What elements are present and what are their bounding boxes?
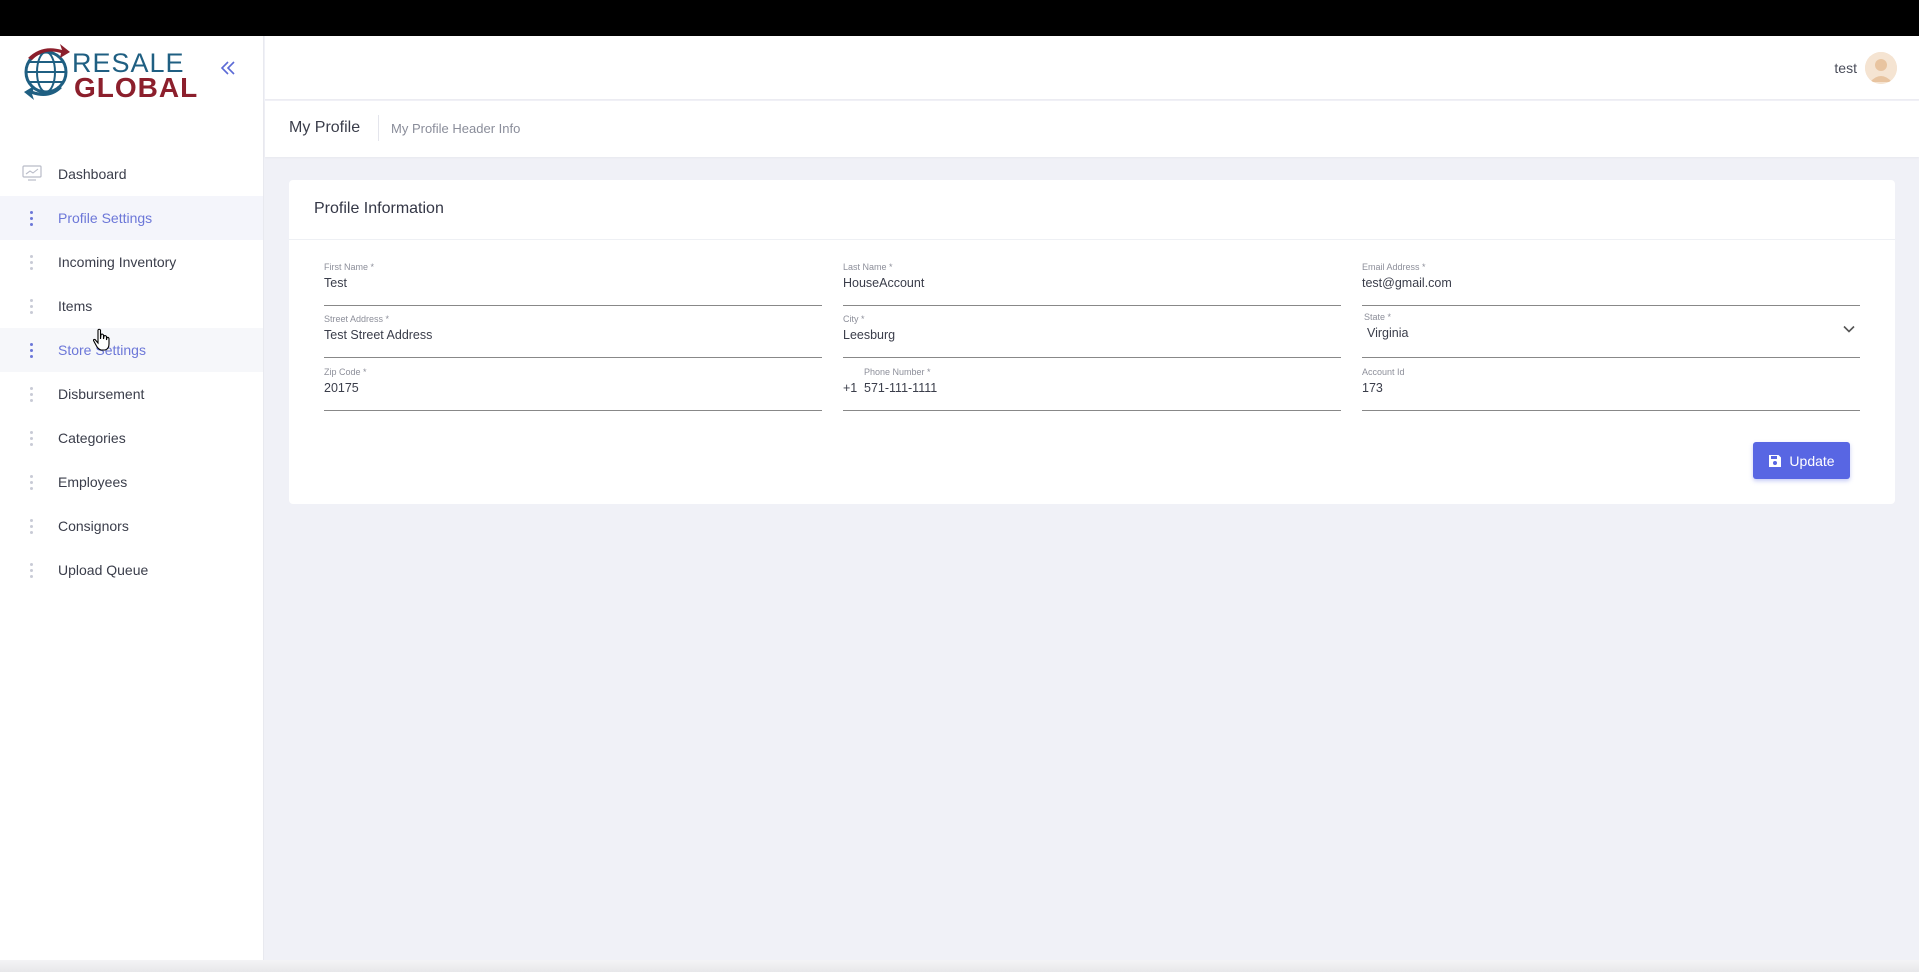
user-name[interactable]: test bbox=[1834, 60, 1857, 76]
kebab-icon bbox=[30, 519, 34, 535]
kebab-icon bbox=[30, 431, 34, 447]
field-label: Street Address * bbox=[324, 314, 390, 324]
sidebar-item-label: Incoming Inventory bbox=[58, 254, 177, 270]
collapse-sidebar-icon[interactable] bbox=[216, 56, 240, 80]
sidebar-item-label: Employees bbox=[58, 474, 128, 490]
sidebar-item-employees[interactable]: Employees bbox=[0, 460, 263, 504]
field-value: 20175 bbox=[324, 381, 359, 395]
field-label: State * bbox=[1364, 312, 1392, 322]
bottom-strip bbox=[0, 960, 1919, 972]
field-value: HouseAccount bbox=[843, 276, 925, 290]
page-title: My Profile bbox=[289, 119, 361, 136]
sidebar-item-label: Categories bbox=[58, 430, 126, 446]
monitor-icon bbox=[22, 165, 42, 181]
street-address-field[interactable]: Street Address * Test Street Address bbox=[324, 314, 822, 358]
sidebar-item-store-settings[interactable]: Store Settings bbox=[0, 328, 263, 372]
card-title: Profile Information bbox=[314, 200, 444, 217]
hand-cursor-icon bbox=[92, 328, 110, 351]
field-label: Last Name * bbox=[843, 262, 893, 272]
chevron-down-icon bbox=[1843, 325, 1855, 333]
sidebar-nav: Dashboard Profile Settings Incoming Inve… bbox=[0, 152, 263, 592]
screen-top-bar bbox=[0, 0, 1919, 36]
field-label: Phone Number * bbox=[864, 367, 931, 377]
field-value: Test bbox=[324, 276, 347, 290]
update-button-label: Update bbox=[1789, 452, 1835, 469]
kebab-icon bbox=[30, 387, 34, 403]
sidebar-item-consignors[interactable]: Consignors bbox=[0, 504, 263, 548]
card-header: Profile Information bbox=[289, 180, 1895, 240]
email-field[interactable]: Email Address * test@gmail.com bbox=[1362, 262, 1860, 306]
kebab-icon bbox=[30, 255, 34, 271]
sidebar: RESALE GLOBAL Dashboard Profile Settings bbox=[0, 36, 264, 972]
kebab-icon bbox=[30, 211, 34, 227]
sidebar-item-label: Dashboard bbox=[58, 166, 127, 182]
account-id-field[interactable]: Account Id 173 bbox=[1362, 367, 1860, 411]
sidebar-item-label: Disbursement bbox=[58, 386, 145, 402]
phone-country-code[interactable]: +1 bbox=[843, 381, 857, 395]
sidebar-item-profile-settings[interactable]: Profile Settings bbox=[0, 196, 263, 240]
brand-logo[interactable]: RESALE GLOBAL bbox=[22, 40, 197, 104]
field-value: Leesburg bbox=[843, 328, 896, 342]
sidebar-item-disbursement[interactable]: Disbursement bbox=[0, 372, 263, 416]
sidebar-item-upload-queue[interactable]: Upload Queue bbox=[0, 548, 263, 592]
sidebar-item-items[interactable]: Items bbox=[0, 284, 263, 328]
state-select[interactable]: State * Virginia bbox=[1362, 312, 1860, 358]
field-label: First Name * bbox=[324, 262, 375, 272]
city-field[interactable]: City * Leesburg bbox=[843, 314, 1341, 358]
field-value: Virginia bbox=[1367, 326, 1409, 340]
sidebar-item-categories[interactable]: Categories bbox=[0, 416, 263, 460]
sidebar-item-dashboard[interactable]: Dashboard bbox=[0, 152, 263, 196]
field-value: test@gmail.com bbox=[1362, 276, 1452, 290]
divider bbox=[378, 115, 379, 141]
first-name-field[interactable]: First Name * Test bbox=[324, 262, 822, 306]
brand-text-global: GLOBAL bbox=[74, 72, 199, 103]
avatar[interactable] bbox=[1865, 52, 1897, 84]
top-header: test bbox=[265, 36, 1919, 100]
field-label: City * bbox=[843, 314, 865, 324]
field-value: 571-111-1111 bbox=[864, 381, 938, 395]
phone-number-field[interactable]: Phone Number * +1 571-111-1111 bbox=[843, 367, 1341, 411]
zip-code-field[interactable]: Zip Code * 20175 bbox=[324, 367, 822, 411]
kebab-icon bbox=[30, 475, 34, 491]
save-icon bbox=[1769, 454, 1782, 467]
sidebar-item-label: Profile Settings bbox=[58, 210, 153, 226]
field-value: 173 bbox=[1362, 381, 1383, 395]
page-subheader: My Profile My Profile Header Info bbox=[265, 101, 1919, 157]
last-name-field[interactable]: Last Name * HouseAccount bbox=[843, 262, 1341, 306]
app: RESALE GLOBAL Dashboard Profile Settings bbox=[0, 36, 1919, 972]
kebab-icon bbox=[30, 299, 34, 315]
profile-card: Profile Information First Name * Test La… bbox=[289, 180, 1895, 504]
field-value: Test Street Address bbox=[324, 328, 433, 342]
field-label: Zip Code * bbox=[324, 367, 367, 377]
sidebar-item-label: Items bbox=[58, 298, 93, 314]
kebab-icon bbox=[30, 563, 34, 579]
user-avatar-icon bbox=[1865, 52, 1897, 84]
sidebar-item-incoming-inventory[interactable]: Incoming Inventory bbox=[0, 240, 263, 284]
field-label: Account Id bbox=[1362, 367, 1405, 377]
update-button[interactable]: Update bbox=[1753, 442, 1850, 479]
sidebar-item-label: Consignors bbox=[58, 518, 129, 534]
field-label: Email Address * bbox=[1362, 262, 1426, 272]
page-subtitle: My Profile Header Info bbox=[391, 121, 521, 136]
kebab-icon bbox=[30, 343, 34, 359]
globe-logo-icon bbox=[24, 44, 70, 100]
sidebar-item-label: Upload Queue bbox=[58, 562, 149, 578]
